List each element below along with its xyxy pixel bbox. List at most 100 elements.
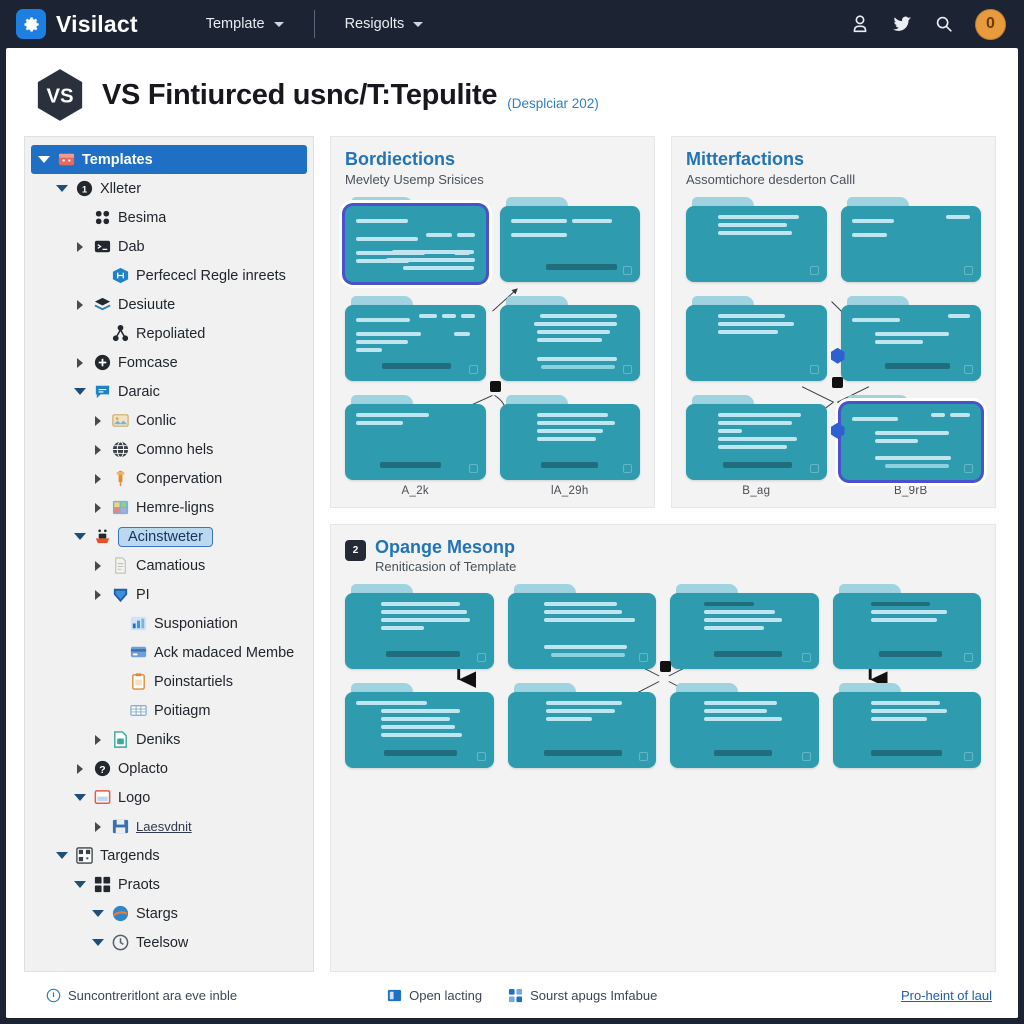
- chevron-down-icon[interactable]: [55, 185, 69, 192]
- footer-link[interactable]: Pro-heint of laul: [901, 988, 992, 1003]
- chevron-right-icon[interactable]: [91, 560, 105, 571]
- chevron-down-icon[interactable]: [73, 794, 87, 801]
- panel-row-top: Bordiections Mevlety Usemp Srisices A_2k…: [330, 136, 996, 508]
- chevron-down-icon[interactable]: [55, 852, 69, 859]
- sidebar-item-poitiagm[interactable]: Poitiagm: [31, 696, 307, 725]
- template-card[interactable]: [345, 683, 494, 769]
- chevron-right-icon[interactable]: [91, 821, 105, 832]
- template-card[interactable]: [840, 295, 981, 381]
- sidebar-item-stargs[interactable]: Stargs: [31, 899, 307, 928]
- sidebar-item-comno-hels[interactable]: Comno hels: [31, 435, 307, 464]
- sidebar-item-pi[interactable]: PI: [31, 580, 307, 609]
- template-card[interactable]: [345, 295, 486, 381]
- chevron-right-icon[interactable]: [91, 415, 105, 426]
- panel-header: 2 Opange Mesonp Reniticasion of Template: [345, 537, 981, 574]
- template-card[interactable]: [832, 584, 981, 670]
- template-card[interactable]: [499, 196, 640, 282]
- card-body: [345, 205, 486, 282]
- template-card[interactable]: [345, 196, 486, 282]
- chevron-right-icon[interactable]: [91, 502, 105, 513]
- sidebar-item-logo[interactable]: Logo: [31, 783, 307, 812]
- brand[interactable]: Visilact: [16, 9, 138, 39]
- sidebar-item-label: Poinstartiels: [154, 673, 233, 690]
- nav-item-template[interactable]: Template: [184, 16, 306, 32]
- template-card[interactable]: [686, 295, 827, 381]
- sidebar-item-deniks[interactable]: Deniks: [31, 725, 307, 754]
- chevron-down-icon[interactable]: [91, 939, 105, 946]
- sidebar-item-hemre-ligns[interactable]: Hemre-ligns: [31, 493, 307, 522]
- sidebar-item-conlic[interactable]: Conlic: [31, 406, 307, 435]
- resize-corner-icon: [623, 265, 632, 275]
- card-cell: [840, 196, 981, 282]
- chevron-right-icon[interactable]: [73, 357, 87, 368]
- sidebar-item-oplacto[interactable]: ? Oplacto: [31, 754, 307, 783]
- sidebar-item-ack-madaced-membe[interactable]: Ack madaced Membe: [31, 638, 307, 667]
- user-icon[interactable]: [849, 13, 871, 35]
- card-row: [345, 196, 640, 282]
- sidebar-item-xlleter[interactable]: 1 Xlleter: [31, 174, 307, 203]
- card-cell: [345, 196, 486, 282]
- sidebar-item-conpervation[interactable]: Conpervation: [31, 464, 307, 493]
- sidebar-item-desiuute[interactable]: Desiuute: [31, 290, 307, 319]
- sidebar-item-perfececl-regle-inreets[interactable]: Perfececl Regle inreets: [31, 261, 307, 290]
- svg-text:1: 1: [82, 184, 88, 195]
- chevron-down-icon[interactable]: [91, 910, 105, 917]
- template-card[interactable]: [499, 394, 640, 480]
- template-card[interactable]: [345, 394, 486, 480]
- template-card[interactable]: [499, 295, 640, 381]
- avatar[interactable]: 0: [975, 8, 1006, 40]
- sidebar-item-besima[interactable]: Besima: [31, 203, 307, 232]
- chevron-down-icon[interactable]: [73, 881, 87, 888]
- chevron-down-icon[interactable]: [73, 533, 87, 540]
- template-card[interactable]: [686, 196, 827, 282]
- chevron-down-icon[interactable]: [73, 388, 87, 395]
- twitter-bird-icon[interactable]: [891, 13, 913, 35]
- template-card[interactable]: [345, 584, 494, 670]
- nav-item-resigolts[interactable]: Resigolts: [323, 16, 446, 32]
- card-caption: B_ag: [742, 484, 771, 497]
- search-icon[interactable]: [933, 13, 955, 35]
- template-card[interactable]: [507, 584, 656, 670]
- sidebar-item-laesvdnit[interactable]: Laesvdnit: [31, 812, 307, 841]
- card-grid: A_2k lA_29h: [345, 196, 640, 497]
- template-card[interactable]: [840, 394, 981, 480]
- chevron-down-icon[interactable]: [37, 156, 51, 163]
- template-card[interactable]: [686, 394, 827, 480]
- sidebar-item-acinstweter[interactable]: Acinstweter: [31, 522, 307, 551]
- card-body: [499, 205, 640, 282]
- sidebar-item-susponiation[interactable]: Susponiation: [31, 609, 307, 638]
- sidebar-item-label: Praots: [118, 876, 160, 893]
- page-surface: VS VS Fintiurced usnc/T:Tepulite (Desplc…: [6, 48, 1018, 1018]
- card-footer-bars: [356, 750, 483, 760]
- chevron-right-icon[interactable]: [73, 299, 87, 310]
- footer-sourst-apugs[interactable]: Sourst apugs Imfabue: [508, 988, 657, 1003]
- sidebar-item-daraic[interactable]: Daraic: [31, 377, 307, 406]
- footer-open-lacting[interactable]: Open lacting: [387, 988, 482, 1003]
- sidebar-item-repoliated[interactable]: Repoliated: [31, 319, 307, 348]
- card-cell: [345, 584, 494, 670]
- card-grid: B_ag B_9rB: [686, 196, 981, 497]
- share-nodes-icon: [111, 324, 130, 343]
- template-card[interactable]: [840, 196, 981, 282]
- card-cell: [507, 683, 656, 769]
- sidebar-item-praots[interactable]: Praots: [31, 870, 307, 899]
- template-card[interactable]: [832, 683, 981, 769]
- sidebar-item-targends[interactable]: Targends: [31, 841, 307, 870]
- chevron-right-icon[interactable]: [73, 241, 87, 252]
- chevron-right-icon[interactable]: [91, 444, 105, 455]
- sidebar-item-templates[interactable]: Templates: [31, 145, 307, 174]
- sidebar-item-fomcase[interactable]: Fomcase: [31, 348, 307, 377]
- sidebar-item-teelsow[interactable]: Teelsow: [31, 928, 307, 957]
- footer-info[interactable]: Suncontreritlont ara eve inble: [46, 988, 237, 1003]
- chevron-right-icon[interactable]: [91, 734, 105, 745]
- template-card[interactable]: [670, 584, 819, 670]
- sidebar-item-poinstartiels[interactable]: Poinstartiels: [31, 667, 307, 696]
- chevron-right-icon[interactable]: [91, 589, 105, 600]
- template-card[interactable]: [670, 683, 819, 769]
- template-card[interactable]: [507, 683, 656, 769]
- chevron-right-icon[interactable]: [73, 763, 87, 774]
- sidebar-item-dab[interactable]: Dab: [31, 232, 307, 261]
- sidebar-item-camatious[interactable]: Camatious: [31, 551, 307, 580]
- main-nav: Template Resigolts: [184, 0, 445, 48]
- chevron-right-icon[interactable]: [91, 473, 105, 484]
